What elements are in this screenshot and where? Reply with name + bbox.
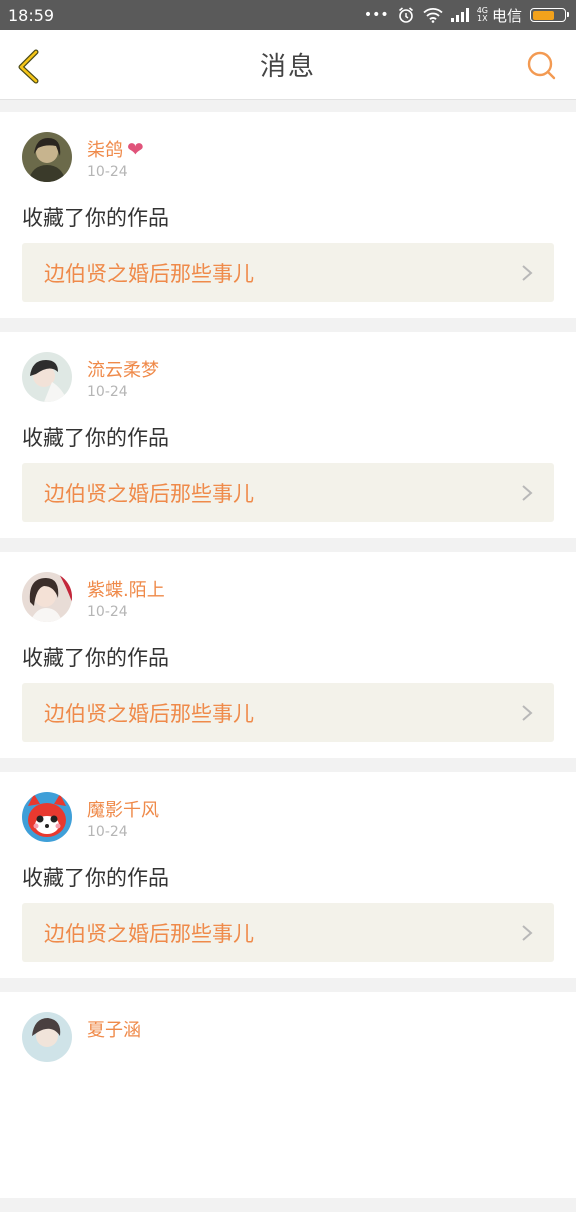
- nav-bar: 消息: [0, 30, 576, 100]
- status-bar: 18:59 ••• 4G 1X 电信: [0, 0, 576, 30]
- message-card: 魔影千风 10-24 收藏了你的作品 边伯贤之婚后那些事儿: [0, 772, 576, 978]
- work-link[interactable]: 边伯贤之婚后那些事儿: [22, 243, 554, 302]
- network-type: 4G 1X: [477, 7, 488, 23]
- chevron-right-icon: [522, 485, 533, 501]
- message-card: 流云柔梦 10-24 收藏了你的作品 边伯贤之婚后那些事儿: [0, 332, 576, 538]
- work-link[interactable]: 边伯贤之婚后那些事儿: [22, 463, 554, 522]
- heart-icon: ❤: [127, 137, 144, 161]
- network-type-bottom: 1X: [477, 14, 488, 23]
- signal-icon: [450, 8, 469, 22]
- message-list: 柒鸽 ❤ 10-24 收藏了你的作品 边伯贤之婚后那些事儿 流云柔梦 10-24…: [0, 112, 576, 1212]
- battery-fill: [532, 10, 555, 20]
- message-time: 10-24: [87, 604, 128, 620]
- status-time: 18:59: [8, 5, 55, 25]
- status-icons: ••• 4G 1X 电信: [363, 5, 569, 26]
- battery-icon: [530, 8, 569, 22]
- message-card: 夏子涵: [0, 992, 576, 1198]
- user-name[interactable]: 魔影千风: [87, 796, 159, 822]
- message-card: 紫蝶.陌上 10-24 收藏了你的作品 边伯贤之婚后那些事儿: [0, 552, 576, 758]
- message-time: 10-24: [87, 824, 128, 840]
- message-card: 柒鸽 ❤ 10-24 收藏了你的作品 边伯贤之婚后那些事儿: [0, 112, 576, 318]
- search-icon[interactable]: [526, 50, 558, 82]
- alarm-icon: [397, 6, 415, 24]
- work-title: 边伯贤之婚后那些事儿: [44, 701, 254, 726]
- chevron-right-icon: [522, 925, 533, 941]
- message-action: 收藏了你的作品: [22, 426, 169, 450]
- avatar[interactable]: [22, 1012, 72, 1062]
- work-title: 边伯贤之婚后那些事儿: [44, 921, 254, 946]
- user-name-text: 流云柔梦: [87, 360, 159, 381]
- user-name-text: 魔影千风: [87, 800, 159, 821]
- work-link[interactable]: 边伯贤之婚后那些事儿: [22, 683, 554, 742]
- user-name[interactable]: 紫蝶.陌上: [87, 576, 165, 602]
- user-name[interactable]: 流云柔梦: [87, 356, 159, 382]
- work-title: 边伯贤之婚后那些事儿: [44, 261, 254, 286]
- message-action: 收藏了你的作品: [22, 206, 169, 230]
- user-name-text: 夏子涵: [87, 1020, 141, 1041]
- work-title: 边伯贤之婚后那些事儿: [44, 481, 254, 506]
- page-title: 消息: [259, 52, 316, 82]
- avatar[interactable]: [22, 572, 72, 622]
- user-name[interactable]: 夏子涵: [87, 1016, 141, 1042]
- chevron-right-icon: [522, 705, 533, 721]
- avatar[interactable]: [22, 792, 72, 842]
- message-action: 收藏了你的作品: [22, 866, 169, 890]
- chevron-right-icon: [522, 265, 533, 281]
- message-action: 收藏了你的作品: [22, 646, 169, 670]
- message-time: 10-24: [87, 164, 128, 180]
- carrier-label: 电信: [491, 6, 522, 25]
- more-dots-icon: •••: [363, 7, 389, 23]
- chevron-left-icon[interactable]: [12, 48, 48, 84]
- avatar[interactable]: [22, 352, 72, 402]
- user-name[interactable]: 柒鸽 ❤: [87, 136, 144, 162]
- work-link[interactable]: 边伯贤之婚后那些事儿: [22, 903, 554, 962]
- user-name-text: 柒鸽: [87, 140, 123, 161]
- user-name-text: 紫蝶.陌上: [87, 580, 165, 601]
- avatar[interactable]: [22, 132, 72, 182]
- wifi-icon: [423, 7, 443, 23]
- message-time: 10-24: [87, 384, 128, 400]
